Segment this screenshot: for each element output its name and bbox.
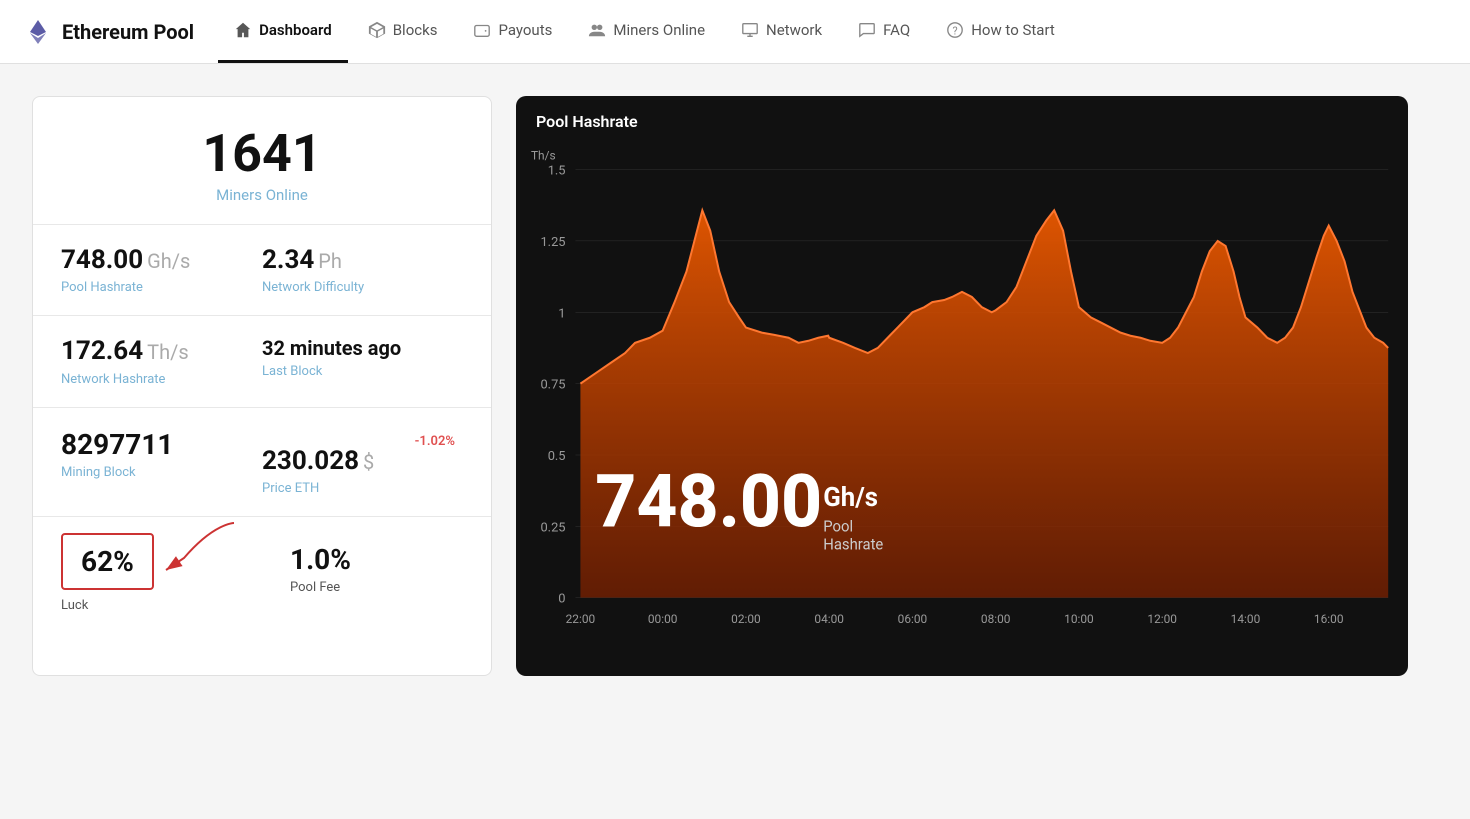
price-value: 230.028$ xyxy=(262,446,463,477)
svg-text:10:00: 10:00 xyxy=(1064,612,1094,626)
mining-block-label: Mining Block xyxy=(61,465,262,480)
nav-item-how-to-start[interactable]: ? How to Start xyxy=(930,0,1071,63)
svg-text:08:00: 08:00 xyxy=(981,612,1011,626)
hashrate-difficulty-block: 748.00Gh/s Pool Hashrate 2.34Ph Network … xyxy=(33,225,491,316)
svg-text:0.5: 0.5 xyxy=(548,449,566,464)
mining-block-value: 8297711 xyxy=(61,428,262,462)
nav-label-miners-online: Miners Online xyxy=(613,21,705,39)
nav-item-payouts[interactable]: Payouts xyxy=(457,0,568,63)
nav-item-miners-online[interactable]: Miners Online xyxy=(572,0,721,63)
brand-name: Ethereum Pool xyxy=(62,20,194,44)
chart-panel: Pool Hashrate 1.5 1.25 1 0.75 0.5 0.25 0… xyxy=(516,96,1408,676)
svg-text:0.75: 0.75 xyxy=(540,378,565,393)
miners-count: 1641 xyxy=(61,125,463,182)
price-label: Price ETH xyxy=(262,481,463,496)
home-icon xyxy=(234,21,252,39)
miners-label-2: Online xyxy=(266,186,308,204)
luck-box: 62% xyxy=(61,533,154,591)
network-hashrate-value: 172.64Th/s xyxy=(61,336,262,367)
nav-item-faq[interactable]: FAQ xyxy=(842,0,926,63)
chat-icon xyxy=(858,21,876,39)
luck-fee-block: 62% Luck xyxy=(33,517,491,634)
last-block-cell: 32 minutes ago Last Block xyxy=(262,336,463,386)
network-hashrate-label: Network Hashrate xyxy=(61,372,262,387)
luck-label: Luck xyxy=(61,598,234,613)
monitor-icon xyxy=(741,21,759,39)
mining-block-cell: 8297711 Mining Block xyxy=(61,428,262,496)
svg-text:0: 0 xyxy=(558,592,565,607)
wallet-icon xyxy=(473,21,491,39)
stats-panel: 1641 Miners Online 748.00Gh/s Pool Hashr… xyxy=(32,96,492,676)
pool-fee-cell: 1.0% Pool Fee xyxy=(262,517,491,634)
mining-block-price-block: 8297711 Mining Block -1.02% 230.028$ Pri… xyxy=(33,408,491,517)
pool-hashrate-label: Pool Hashrate xyxy=(61,280,262,295)
nav-item-blocks[interactable]: Blocks xyxy=(352,0,454,63)
nav-label-how-to-start: How to Start xyxy=(971,21,1055,39)
users-icon xyxy=(588,21,606,39)
nav-label-faq: FAQ xyxy=(883,21,910,39)
svg-text:06:00: 06:00 xyxy=(898,612,928,626)
chart-overlay-label1: Pool xyxy=(823,517,853,535)
nav-label-network: Network xyxy=(766,21,822,39)
brand: Ethereum Pool xyxy=(24,18,194,46)
luck-value: 62% xyxy=(81,545,134,579)
navbar: Ethereum Pool Dashboard Blocks Payouts xyxy=(0,0,1470,64)
nav-label-dashboard: Dashboard xyxy=(259,21,332,39)
svg-text:1.5: 1.5 xyxy=(548,164,566,179)
svg-text:?: ? xyxy=(953,25,958,38)
miners-label: Miners Online xyxy=(61,186,463,204)
svg-text:12:00: 12:00 xyxy=(1147,612,1177,626)
luck-container: 62% xyxy=(61,533,154,591)
svg-text:0.25: 0.25 xyxy=(540,520,565,535)
svg-text:16:00: 16:00 xyxy=(1314,612,1344,626)
cube-icon xyxy=(368,21,386,39)
network-difficulty-value: 2.34Ph xyxy=(262,245,463,276)
chart-overlay-unit: Gh/s xyxy=(823,483,878,513)
nav-label-blocks: Blocks xyxy=(393,21,438,39)
price-change-badge: -1.02% xyxy=(415,434,455,449)
miners-online-block: 1641 Miners Online xyxy=(33,97,491,225)
network-hashrate-cell: 172.64Th/s Network Hashrate xyxy=(61,336,262,386)
price-cell: -1.02% 230.028$ Price ETH xyxy=(262,428,463,496)
miners-label-1: Miners xyxy=(216,186,262,204)
last-block-label: Last Block xyxy=(262,364,463,379)
nav-label-payouts: Payouts xyxy=(498,21,552,39)
svg-text:1: 1 xyxy=(558,306,565,321)
red-arrow-icon xyxy=(154,518,244,578)
svg-text:Th/s: Th/s xyxy=(531,148,556,162)
last-block-value: 32 minutes ago xyxy=(262,336,463,360)
svg-text:22:00: 22:00 xyxy=(566,612,596,626)
pool-fee-value: 1.0% xyxy=(290,543,463,577)
svg-text:1.25: 1.25 xyxy=(540,235,565,250)
question-icon: ? xyxy=(946,21,964,39)
main-content: 1641 Miners Online 748.00Gh/s Pool Hashr… xyxy=(0,64,1440,708)
pool-fee-label: Pool Fee xyxy=(290,580,463,595)
svg-text:02:00: 02:00 xyxy=(731,612,761,626)
nav-item-network[interactable]: Network xyxy=(725,0,838,63)
chart-svg: 1.5 1.25 1 0.75 0.5 0.25 0 Th/s 22:00 00… xyxy=(516,139,1408,669)
chart-overlay-number: 748.00 xyxy=(595,458,822,544)
network-hashrate-block: 172.64Th/s Network Hashrate 32 minutes a… xyxy=(33,316,491,407)
chart-area: 1.5 1.25 1 0.75 0.5 0.25 0 Th/s 22:00 00… xyxy=(516,139,1408,669)
nav-item-dashboard[interactable]: Dashboard xyxy=(218,0,348,63)
network-difficulty-label: Network Difficulty xyxy=(262,280,463,295)
pool-hashrate-value: 748.00Gh/s xyxy=(61,245,262,276)
svg-text:14:00: 14:00 xyxy=(1231,612,1261,626)
eth-icon xyxy=(24,18,52,46)
chart-overlay-label2: Hashrate xyxy=(823,536,883,554)
svg-text:04:00: 04:00 xyxy=(814,612,844,626)
svg-text:00:00: 00:00 xyxy=(648,612,678,626)
pool-hashrate-cell: 748.00Gh/s Pool Hashrate xyxy=(61,245,262,295)
nav-items: Dashboard Blocks Payouts Miners Online xyxy=(218,0,1071,63)
network-difficulty-cell: 2.34Ph Network Difficulty xyxy=(262,245,463,295)
chart-title: Pool Hashrate xyxy=(516,96,1408,139)
